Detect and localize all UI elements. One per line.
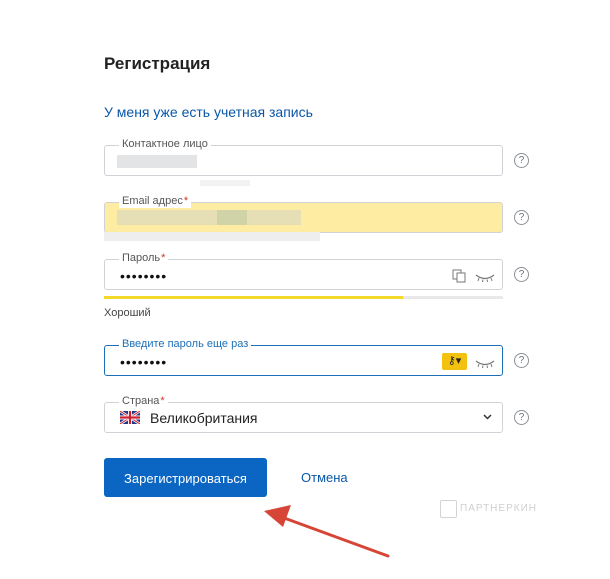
annotation-arrow-icon	[264, 505, 390, 558]
